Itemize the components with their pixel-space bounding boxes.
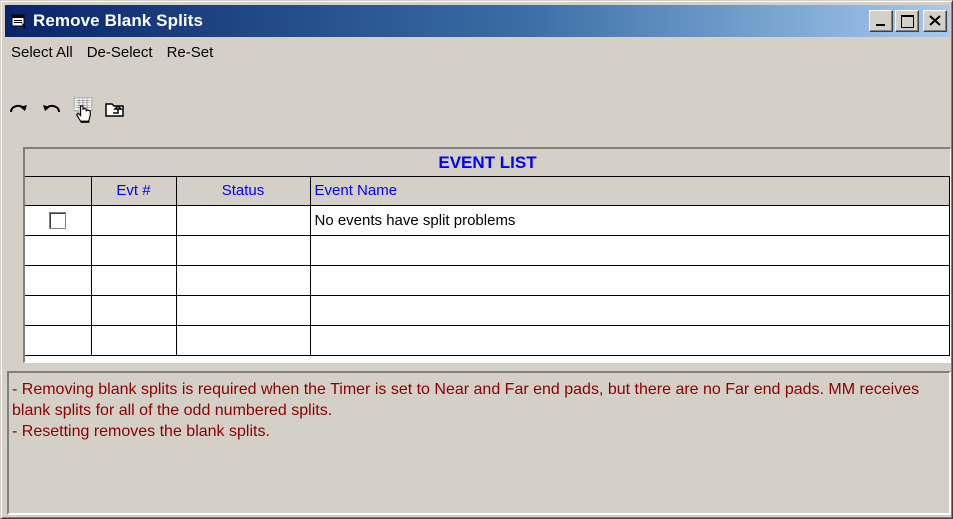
col-evt-number-header[interactable]: Evt #	[91, 177, 177, 206]
table-header-row: Evt # Status Event Name	[25, 177, 950, 206]
menu-de-select[interactable]: De-Select	[80, 44, 160, 61]
event-list-grid[interactable]: EVENT LIST Evt # Status Event Name No ev…	[23, 147, 951, 363]
row-checkbox[interactable]	[49, 211, 67, 229]
menu-re-set[interactable]: Re-Set	[160, 44, 221, 61]
status-cell[interactable]	[176, 295, 311, 326]
table-row[interactable]	[25, 325, 950, 356]
status-cell[interactable]	[176, 325, 311, 356]
col-status-header[interactable]: Status	[176, 177, 311, 206]
row-select-cell[interactable]	[25, 235, 92, 266]
redo-icon[interactable]	[7, 97, 31, 121]
minimize-icon[interactable]	[869, 10, 893, 32]
table-row[interactable]	[25, 235, 950, 266]
table-row[interactable]: No events have split problems	[25, 205, 950, 236]
remove-blank-splits-window: Remove Blank Splits Select All De-Select…	[0, 0, 953, 519]
event-list-title: EVENT LIST	[25, 149, 950, 177]
col-select-header[interactable]	[25, 177, 92, 206]
row-select-cell[interactable]	[25, 265, 92, 296]
toolbar	[7, 97, 135, 137]
event-name-cell[interactable]	[310, 325, 950, 356]
row-select-cell[interactable]	[25, 295, 92, 326]
event-name-cell[interactable]	[310, 295, 950, 326]
evt-number-cell[interactable]	[91, 235, 177, 266]
evt-number-cell[interactable]	[91, 325, 177, 356]
evt-number-cell[interactable]	[91, 295, 177, 326]
window-icon[interactable]	[11, 13, 27, 29]
status-cell[interactable]	[176, 235, 311, 266]
maximize-icon[interactable]	[895, 10, 919, 32]
menu-select-all[interactable]: Select All	[5, 44, 80, 61]
col-event-name-header[interactable]: Event Name	[310, 177, 950, 206]
evt-number-cell[interactable]	[91, 265, 177, 296]
event-name-cell[interactable]	[310, 235, 950, 266]
info-text-removing: - Removing blank splits is required when…	[12, 381, 920, 419]
info-text-resetting: - Resetting removes the blank splits.	[12, 423, 270, 440]
window-controls	[867, 10, 947, 32]
row-select-cell[interactable]	[25, 205, 92, 236]
event-table: Evt # Status Event Name No events have s…	[25, 177, 950, 356]
up-folder-icon[interactable]	[103, 97, 127, 121]
table-row[interactable]	[25, 265, 950, 296]
window-title: Remove Blank Splits	[33, 11, 204, 30]
evt-number-cell[interactable]	[91, 205, 177, 236]
menu-bar: Select All De-Select Re-Set	[5, 39, 220, 65]
event-name-cell[interactable]	[310, 265, 950, 296]
info-panel: - Removing blank splits is required when…	[7, 371, 951, 515]
row-select-cell[interactable]	[25, 325, 92, 356]
select-grid-hand-icon[interactable]	[71, 93, 95, 127]
title-bar[interactable]: Remove Blank Splits	[5, 5, 950, 37]
undo-icon[interactable]	[39, 97, 63, 121]
status-cell[interactable]	[176, 205, 311, 236]
status-cell[interactable]	[176, 265, 311, 296]
event-name-cell[interactable]: No events have split problems	[310, 205, 950, 236]
table-row[interactable]	[25, 295, 950, 326]
close-icon[interactable]	[923, 10, 947, 32]
